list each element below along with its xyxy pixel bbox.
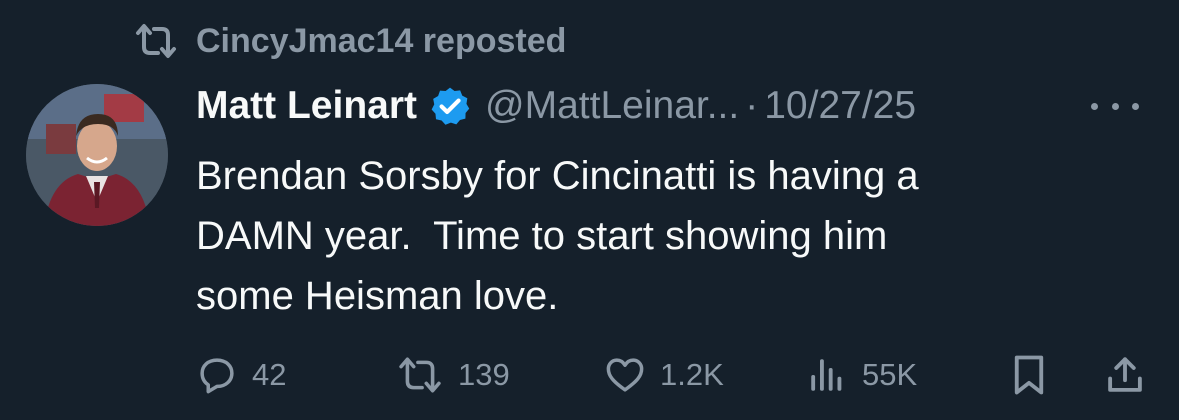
- post-date[interactable]: 10/27/25: [764, 84, 916, 128]
- repost-context[interactable]: CincyJmac14 reposted: [134, 20, 566, 62]
- tweet-line: some Heisman love.: [196, 274, 559, 318]
- reply-button[interactable]: 42: [196, 348, 286, 402]
- repost-button[interactable]: 139: [396, 348, 510, 402]
- like-count: 1.2K: [660, 357, 724, 392]
- repost-icon: [134, 21, 178, 61]
- action-bar: 42 139 1.2K 55K: [196, 348, 1156, 402]
- like-button[interactable]: 1.2K: [604, 348, 724, 402]
- author-name[interactable]: Matt Leinart: [196, 84, 417, 128]
- bookmark-icon: [1014, 355, 1044, 395]
- tweet-text: Brendan Sorsby for Cincinatti is having …: [196, 146, 1136, 326]
- avatar[interactable]: [26, 84, 168, 226]
- share-button[interactable]: [1104, 348, 1146, 402]
- views-chart-icon: [811, 359, 842, 391]
- tweet-line: Brendan Sorsby for Cincinatti is having …: [196, 154, 919, 198]
- verified-badge-icon: [417, 85, 471, 127]
- more-options-icon[interactable]: [1091, 92, 1139, 120]
- share-icon: [1108, 357, 1142, 392]
- header-separator: ·: [745, 84, 759, 127]
- views-count: 55K: [862, 357, 918, 392]
- repost-label: CincyJmac14 reposted: [196, 21, 567, 60]
- repost-count: 139: [458, 357, 510, 392]
- reply-icon: [200, 358, 234, 394]
- author-handle[interactable]: @MattLeinar...: [485, 84, 739, 128]
- heart-icon: [606, 358, 644, 392]
- repost-icon: [399, 357, 441, 393]
- reply-count: 42: [252, 357, 287, 392]
- tweet-line: DAMN year. Time to start showing him: [196, 214, 888, 258]
- post-header: Matt Leinart @MattLeinar... · 10/27/25: [196, 80, 1159, 132]
- views-button[interactable]: 55K: [806, 348, 917, 402]
- bookmark-button[interactable]: [1008, 348, 1050, 402]
- post[interactable]: CincyJmac14 reposted Matt Leinart @MattL…: [0, 0, 1179, 420]
